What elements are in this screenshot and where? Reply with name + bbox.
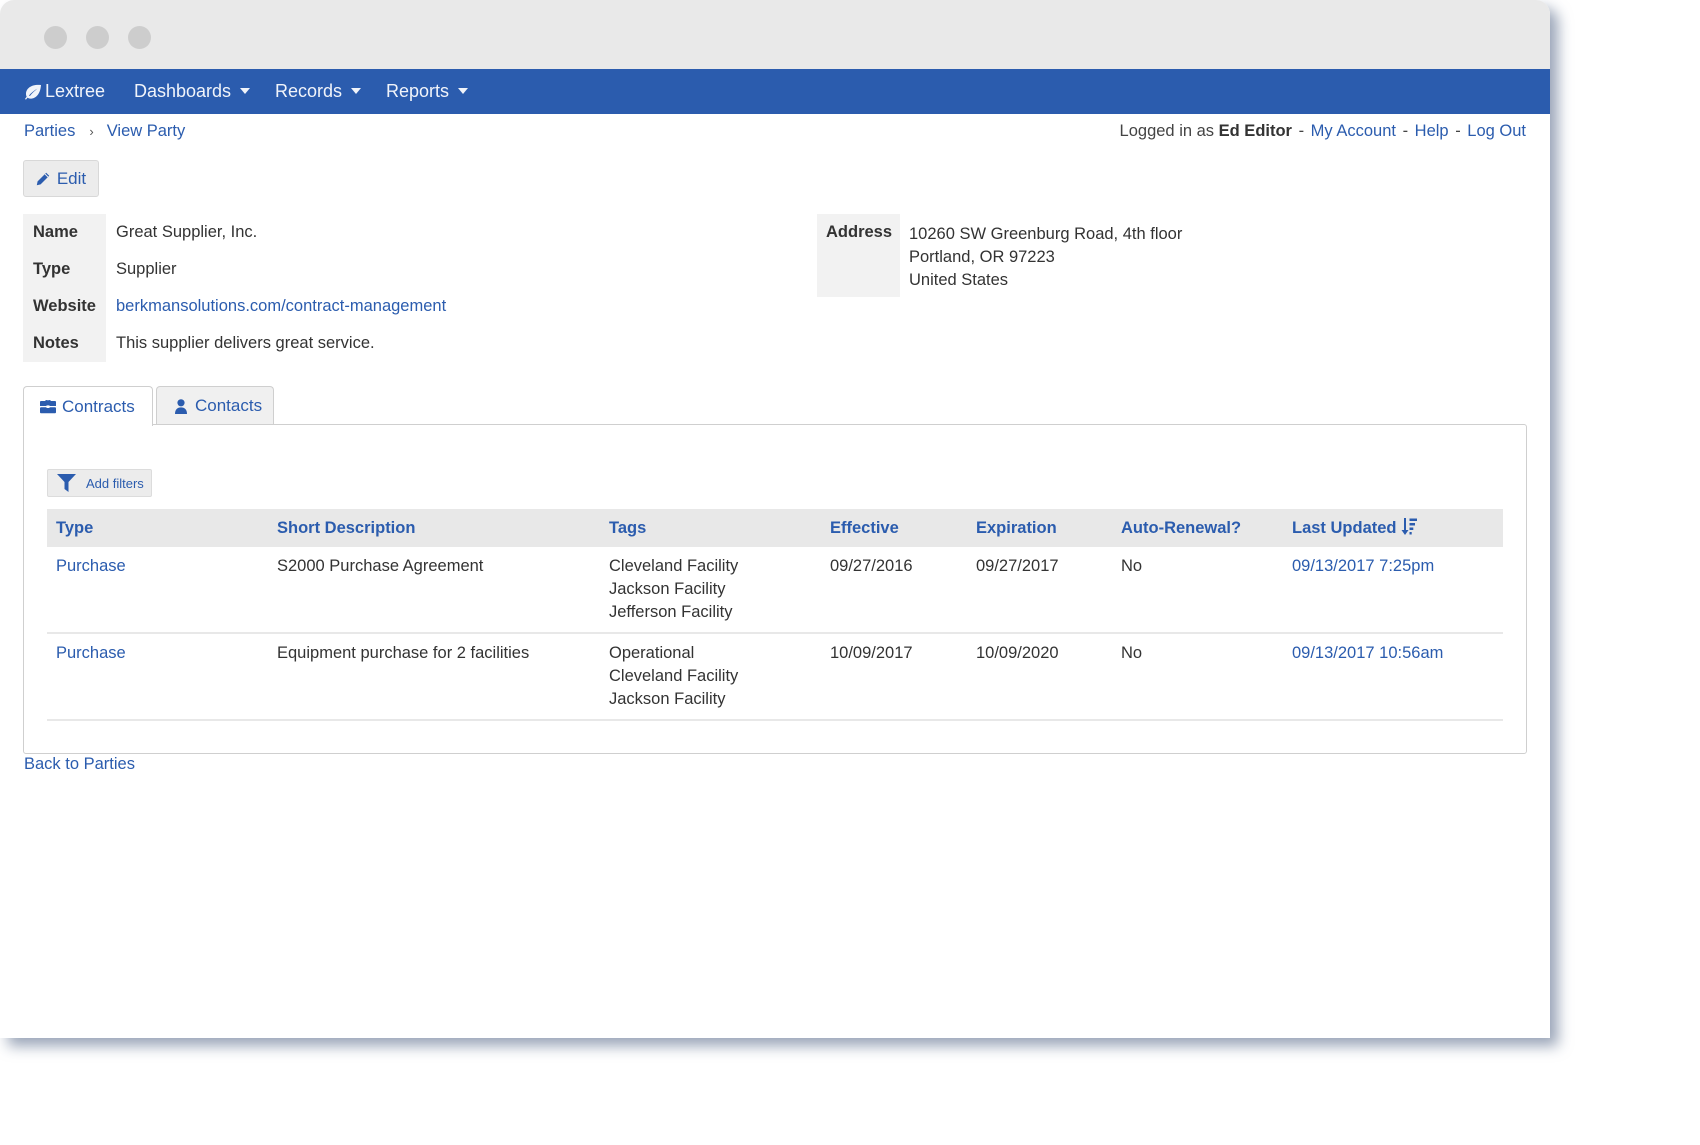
contract-type-link[interactable]: Purchase: [56, 557, 126, 575]
tag: Jackson Facility: [609, 690, 726, 708]
contract-tags: Cleveland Facility Jackson Facility Jeff…: [600, 547, 821, 634]
party-field-notes: Notes This supplier delivers great servi…: [23, 325, 446, 362]
party-address: Address 10260 SW Greenburg Road, 4th flo…: [817, 214, 1182, 297]
contract-auto-renewal: No: [1112, 547, 1283, 634]
my-account-link[interactable]: My Account: [1311, 122, 1396, 140]
tab-contacts-label: Contacts: [195, 396, 263, 415]
tab-contracts[interactable]: Contracts: [23, 386, 153, 426]
tab-contacts[interactable]: Contacts: [156, 386, 274, 425]
field-value: Great Supplier, Inc.: [116, 223, 258, 241]
window-minimize-button[interactable]: [86, 26, 109, 49]
nav-menu-reports-label: Reports: [386, 81, 450, 101]
top-navbar: Lextree Dashboards Records Reports: [0, 69, 1550, 114]
column-header-last-updated[interactable]: Last Updated: [1283, 509, 1503, 547]
party-field-type: Type Supplier: [23, 251, 446, 288]
breadcrumb-view-party[interactable]: View Party: [107, 122, 186, 141]
separator: -: [1455, 122, 1461, 140]
caret-down-icon: [351, 88, 362, 95]
window-titlebar: [0, 0, 1550, 69]
address-value: 10260 SW Greenburg Road, 4th floor Portl…: [900, 214, 1182, 297]
logged-in-prefix: Logged in as: [1119, 122, 1215, 140]
breadcrumb-separator: ›: [89, 124, 94, 139]
contract-description: S2000 Purchase Agreement: [268, 547, 600, 634]
window-maximize-button[interactable]: [128, 26, 151, 49]
filter-icon: [57, 474, 76, 492]
tag: Jefferson Facility: [609, 603, 733, 621]
address-line-1: 10260 SW Greenburg Road, 4th floor: [909, 225, 1183, 243]
separator: -: [1402, 122, 1409, 140]
field-value: This supplier delivers great service.: [116, 334, 375, 352]
address-line-2: Portland, OR 97223: [909, 248, 1055, 266]
edit-button[interactable]: Edit: [23, 160, 99, 197]
field-label: Type: [23, 251, 106, 288]
table-row: Purchase Equipment purchase for 2 facili…: [47, 633, 1503, 721]
nav-menu-reports[interactable]: Reports: [386, 69, 469, 114]
breadcrumb-parties[interactable]: Parties: [24, 122, 75, 141]
nav-menu-records[interactable]: Records: [275, 69, 362, 114]
contract-auto-renewal: No: [1112, 633, 1283, 721]
field-label: Website: [23, 288, 106, 325]
party-field-name: Name Great Supplier, Inc.: [23, 214, 446, 251]
party-field-website: Website berkmansolutions.com/contract-ma…: [23, 288, 446, 325]
field-label: Name: [23, 214, 106, 251]
add-filters-button[interactable]: Add filters: [47, 469, 152, 497]
breadcrumb: Parties › View Party: [24, 122, 185, 141]
table-row: Purchase S2000 Purchase Agreement Clevel…: [47, 547, 1503, 634]
nav-menu-dashboards-label: Dashboards: [134, 81, 232, 101]
tab-bar: Contracts Contacts: [23, 386, 274, 426]
caret-down-icon: [240, 88, 251, 95]
column-header-short-description[interactable]: Short Description: [268, 509, 600, 547]
party-details: Name Great Supplier, Inc. Type Supplier …: [23, 214, 446, 362]
pencil-icon: [36, 172, 50, 185]
contract-last-updated-link[interactable]: 09/13/2017 10:56am: [1292, 644, 1443, 662]
column-header-last-updated-label: Last Updated: [1292, 519, 1397, 537]
contract-effective: 09/27/2016: [821, 547, 967, 634]
add-filters-label: Add filters: [86, 475, 144, 491]
tag: Cleveland Facility: [609, 557, 739, 575]
address-label: Address: [817, 214, 900, 297]
brand-link[interactable]: Lextree: [24, 69, 105, 114]
back-to-parties-link[interactable]: Back to Parties: [24, 755, 135, 774]
caret-down-icon: [458, 88, 469, 95]
user-icon: [175, 398, 187, 414]
contract-expiration: 10/09/2020: [967, 633, 1112, 721]
tag: Cleveland Facility: [609, 667, 739, 685]
nav-menu-records-label: Records: [275, 81, 343, 101]
tag: Operational: [609, 644, 695, 662]
contract-expiration: 09/27/2017: [967, 547, 1112, 634]
user-bar: Logged in as Ed Editor - My Account - He…: [1120, 122, 1526, 141]
contract-type-link[interactable]: Purchase: [56, 644, 126, 662]
brand-name: Lextree: [45, 81, 106, 101]
contract-tags: Operational Cleveland Facility Jackson F…: [600, 633, 821, 721]
contracts-panel: Add filters Type Short Description Tags …: [23, 424, 1527, 754]
briefcase-icon: [40, 400, 56, 414]
log-out-link[interactable]: Log Out: [1467, 122, 1526, 140]
address-line-3: United States: [909, 271, 1009, 289]
column-header-type[interactable]: Type: [47, 509, 268, 547]
separator: -: [1298, 122, 1305, 140]
contract-effective: 10/09/2017: [821, 633, 967, 721]
edit-button-label: Edit: [56, 168, 87, 188]
nav-menu-dashboards[interactable]: Dashboards: [134, 69, 251, 114]
field-value: Supplier: [116, 260, 177, 278]
table-header-row: Type Short Description Tags Effective Ex…: [47, 509, 1503, 547]
website-link[interactable]: berkmansolutions.com/contract-management: [116, 297, 446, 315]
contract-last-updated-link[interactable]: 09/13/2017 7:25pm: [1292, 557, 1434, 575]
tag: Jackson Facility: [609, 580, 726, 598]
help-link[interactable]: Help: [1415, 122, 1449, 140]
column-header-tags[interactable]: Tags: [600, 509, 821, 547]
column-header-effective[interactable]: Effective: [821, 509, 967, 547]
column-header-expiration[interactable]: Expiration: [967, 509, 1112, 547]
contract-description: Equipment purchase for 2 facilities: [268, 633, 600, 721]
current-user-name: Ed Editor: [1218, 122, 1292, 140]
browser-window: Lextree Dashboards Records Reports Parti…: [0, 0, 1550, 1038]
leaf-icon: [25, 84, 41, 100]
column-header-auto-renewal[interactable]: Auto-Renewal?: [1112, 509, 1283, 547]
contracts-table: Type Short Description Tags Effective Ex…: [47, 509, 1503, 721]
window-close-button[interactable]: [44, 26, 67, 49]
tab-contracts-label: Contracts: [62, 396, 135, 416]
field-label: Notes: [23, 325, 106, 362]
sort-amount-down-icon: [1401, 518, 1417, 535]
